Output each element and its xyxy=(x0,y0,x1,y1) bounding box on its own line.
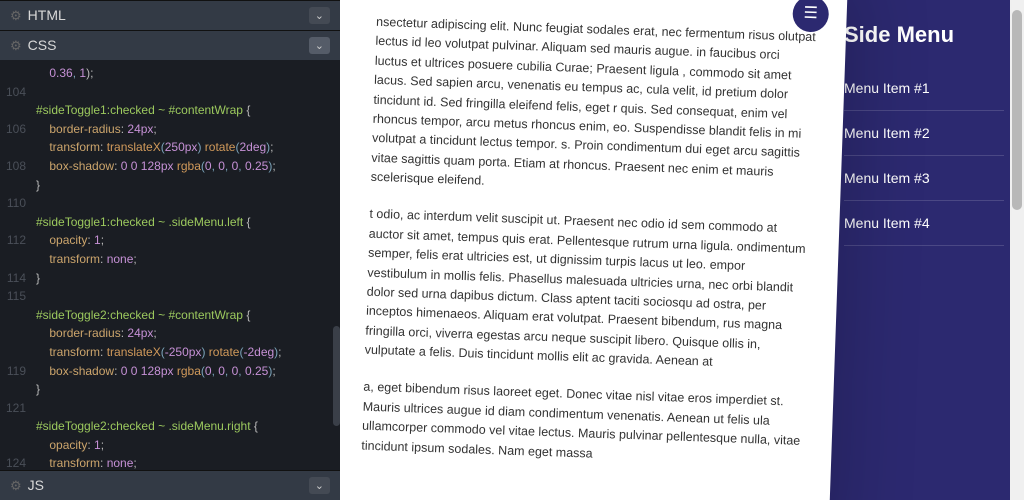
content-paragraph: nsectetur adipiscing elit. Nunc feugiat … xyxy=(370,13,816,203)
gear-icon[interactable]: ⚙ xyxy=(10,38,22,53)
preview-scrollbar[interactable] xyxy=(1010,0,1024,500)
gear-icon[interactable]: ⚙ xyxy=(10,8,22,23)
content-paragraph: a, eget bibendum risus laoreet eget. Don… xyxy=(361,378,803,471)
code-line[interactable]: 108 box-shadow: 0 0 128px rgba(0, 0, 0, … xyxy=(0,157,340,176)
code-line[interactable]: #sideToggle1:checked ~ .sideMenu.left { xyxy=(0,213,340,232)
code-line[interactable]: #sideToggle2:checked ~ #contentWrap { xyxy=(0,306,340,325)
html-label: HTML xyxy=(28,7,66,23)
hamburger-icon: ☰ xyxy=(803,6,818,22)
code-line[interactable]: transform: none; xyxy=(0,250,340,269)
code-line[interactable]: #sideToggle2:checked ~ .sideMenu.right { xyxy=(0,417,340,436)
preview-scroll-thumb[interactable] xyxy=(1012,10,1022,210)
code-line[interactable]: opacity: 1; xyxy=(0,436,340,455)
css-panel-header[interactable]: ⚙ CSS ⌄ xyxy=(0,30,340,60)
code-line[interactable]: 112 opacity: 1; xyxy=(0,231,340,250)
editor-scrollbar[interactable] xyxy=(331,66,340,436)
editor-scroll-thumb[interactable] xyxy=(333,326,340,426)
css-code-editor[interactable]: 0.36, 1);104 #sideToggle1:checked ~ #con… xyxy=(0,60,340,470)
chevron-down-icon[interactable]: ⌄ xyxy=(309,37,330,54)
menu-item[interactable]: Menu Item #4 xyxy=(844,201,1004,246)
code-line[interactable]: 106 border-radius: 24px; xyxy=(0,120,340,139)
code-line[interactable]: border-radius: 24px; xyxy=(0,324,340,343)
js-panel-header[interactable]: ⚙ JS ⌄ xyxy=(0,470,340,500)
code-line[interactable]: 104 xyxy=(0,83,340,102)
editor-panel: ⚙ HTML ⌄ ⚙ CSS ⌄ 0.36, 1);104 #sideToggle1… xyxy=(0,0,340,500)
code-line[interactable]: #sideToggle1:checked ~ #contentWrap { xyxy=(0,101,340,120)
content-wrap: ☰ nsectetur adipiscing elit. Nunc feugia… xyxy=(340,0,848,500)
menu-item[interactable]: Menu Item #2 xyxy=(844,111,1004,156)
chevron-down-icon[interactable]: ⌄ xyxy=(309,7,330,24)
css-label: CSS xyxy=(28,37,57,53)
code-line[interactable]: 114} xyxy=(0,269,340,288)
code-line[interactable]: transform: translateX(-250px) rotate(-2d… xyxy=(0,343,340,362)
code-line[interactable]: 0.36, 1); xyxy=(0,64,340,83)
code-line[interactable]: 124 transform: none; xyxy=(0,454,340,470)
chevron-down-icon[interactable]: ⌄ xyxy=(309,477,330,494)
code-line[interactable]: 115 xyxy=(0,287,340,306)
code-line[interactable]: 110 xyxy=(0,194,340,213)
code-line[interactable]: 121 xyxy=(0,399,340,418)
html-panel-header[interactable]: ⚙ HTML ⌄ xyxy=(0,0,340,30)
js-label: JS xyxy=(28,477,44,493)
menu-item[interactable]: Menu Item #3 xyxy=(844,156,1004,201)
side-menu-title: Side Menu xyxy=(844,22,1004,48)
code-line[interactable]: transform: translateX(250px) rotate(2deg… xyxy=(0,138,340,157)
code-line[interactable]: } xyxy=(0,176,340,195)
code-line[interactable]: 119 box-shadow: 0 0 128px rgba(0, 0, 0, … xyxy=(0,362,340,381)
content-paragraph: t odio, ac interdum velit suscipit ut. P… xyxy=(364,205,809,375)
side-menu: Side Menu Menu Item #1Menu Item #2Menu I… xyxy=(824,0,1024,500)
menu-item[interactable]: Menu Item #1 xyxy=(844,66,1004,111)
gear-icon[interactable]: ⚙ xyxy=(10,478,22,493)
code-line[interactable]: } xyxy=(0,380,340,399)
preview-pane: Side Menu Menu Item #1Menu Item #2Menu I… xyxy=(340,0,1024,500)
